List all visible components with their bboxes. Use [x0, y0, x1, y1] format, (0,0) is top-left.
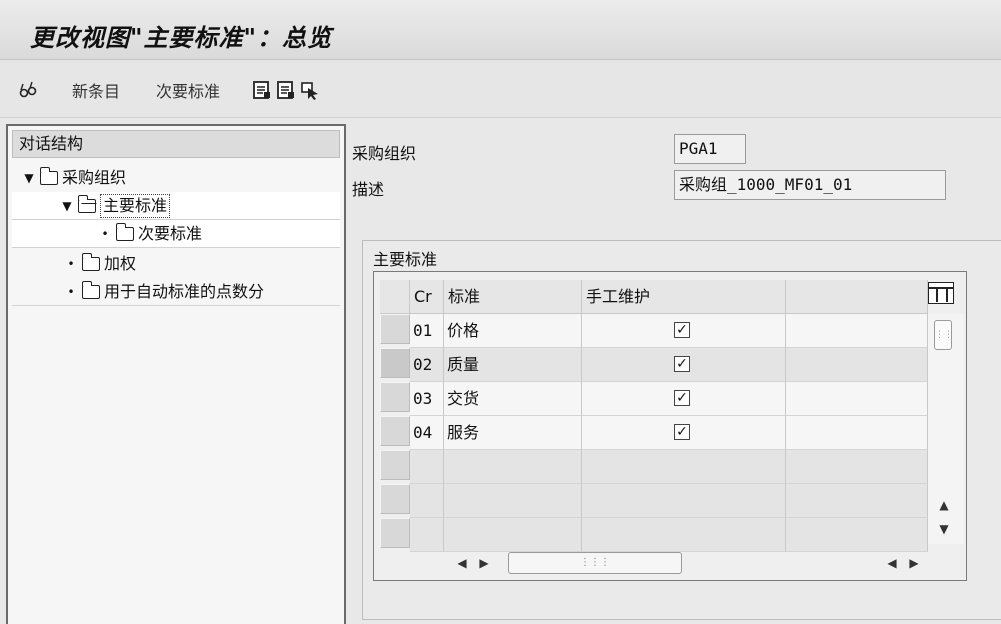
title-bar: 更改视图"主要标准"：总览: [0, 0, 1001, 60]
glasses-icon[interactable]: [18, 80, 38, 100]
folder-icon: [39, 167, 58, 185]
cursor-select-icon[interactable]: [300, 80, 320, 100]
table-cell-empty: [786, 484, 928, 518]
description-label: 描述: [352, 180, 385, 199]
table-cell-cr[interactable]: 03: [410, 382, 444, 416]
tree-item-label: 用于自动标准的点数分: [104, 281, 265, 301]
dialog-structure-panel: 对话结构 ▼ 采购组织 ▼ 主要标准 • 次要标准 • 加权 • 用于自动标准的…: [6, 124, 346, 624]
table-cell-criteria[interactable]: 服务: [444, 416, 582, 450]
table-settings-icon[interactable]: [928, 282, 954, 304]
tree-item-purch-org[interactable]: ▼ 采购组织: [12, 164, 340, 192]
bullet-icon: •: [67, 284, 75, 299]
manual-checkbox[interactable]: ✓: [674, 390, 690, 406]
folder-icon: [115, 222, 134, 241]
primary-criteria-group: 主要标准 Cr 标准 手工维护 01 价格 ✓ 02 质量 ✓ 03 交货 ✓ …: [362, 240, 1001, 620]
column-header-cr[interactable]: Cr: [410, 280, 444, 314]
row-selector[interactable]: [380, 484, 410, 514]
table-cell-empty[interactable]: [410, 484, 444, 518]
row-selector[interactable]: [380, 416, 410, 446]
table-cell-empty[interactable]: [444, 450, 582, 484]
column-header-criteria[interactable]: 标准: [444, 280, 582, 314]
bullet-icon: •: [101, 226, 109, 241]
table-cell-empty[interactable]: [410, 450, 444, 484]
secondary-criteria-button[interactable]: 次要标准: [156, 79, 220, 101]
table-cell-cr[interactable]: 02: [410, 348, 444, 382]
table-cell-empty[interactable]: [410, 518, 444, 552]
manual-checkbox[interactable]: ✓: [674, 424, 690, 440]
purch-org-field[interactable]: PGA1: [674, 134, 746, 164]
scroll-left-icon[interactable]: ◀: [452, 554, 472, 572]
table-cell-empty: [786, 518, 928, 552]
page-title: 更改视图"主要标准"：总览: [30, 23, 333, 52]
toolbar: 新条目 次要标准: [0, 60, 1001, 118]
table-cell-empty: [786, 314, 928, 348]
row-selector[interactable]: [380, 382, 410, 412]
row-selector[interactable]: [380, 518, 410, 548]
group-title: 主要标准: [373, 250, 438, 269]
table-cell-empty[interactable]: [582, 484, 786, 518]
table-cell-empty: [786, 450, 928, 484]
column-header-manual[interactable]: 手工维护: [582, 280, 786, 314]
row-selector[interactable]: [380, 450, 410, 480]
select-all-header[interactable]: [380, 280, 410, 314]
expand-icon[interactable]: ▼: [22, 164, 36, 192]
scroll-thumb[interactable]: ⋮⋮: [934, 320, 953, 350]
table-cell-empty[interactable]: [444, 484, 582, 518]
tree-item-primary-criteria[interactable]: ▼ 主要标准: [12, 192, 340, 220]
folder-open-icon: [77, 194, 96, 213]
folder-icon: [81, 253, 100, 271]
vertical-scrollbar[interactable]: ⋮⋮ ▲ ▼: [928, 314, 964, 544]
document-icon[interactable]: [252, 80, 272, 100]
table-cell-criteria[interactable]: 质量: [444, 348, 582, 382]
description-field[interactable]: 采购组_1000_MF01_01: [674, 170, 946, 200]
row-selector[interactable]: [380, 348, 410, 378]
table-cell-cr[interactable]: 01: [410, 314, 444, 348]
purch-org-label: 采购组织: [352, 144, 417, 163]
tree-item-auto-scoring[interactable]: • 用于自动标准的点数分: [12, 278, 340, 306]
expand-icon[interactable]: ▼: [60, 192, 74, 220]
tree-item-label: 次要标准: [138, 223, 203, 243]
document-next-icon[interactable]: [276, 80, 296, 100]
table-cell-empty[interactable]: [582, 450, 786, 484]
new-entry-button[interactable]: 新条目: [72, 79, 120, 101]
horizontal-scroll-thumb[interactable]: ⋮⋮⋮: [508, 552, 682, 574]
tree-item-label: 采购组织: [62, 168, 127, 187]
tree-item-secondary-criteria[interactable]: • 次要标准: [12, 220, 340, 248]
table-cell-cr[interactable]: 04: [410, 416, 444, 450]
folder-icon: [81, 280, 100, 299]
scroll-down-icon[interactable]: ▼: [934, 520, 954, 538]
bullet-icon: •: [67, 257, 75, 271]
tree-item-label: 主要标准: [100, 193, 171, 218]
table-cell-empty[interactable]: [582, 518, 786, 552]
scroll-left-icon[interactable]: ◀: [882, 554, 902, 572]
table-cell-criteria[interactable]: 交货: [444, 382, 582, 416]
scroll-right-icon[interactable]: ▶: [904, 554, 924, 572]
manual-checkbox[interactable]: ✓: [674, 356, 690, 372]
manual-checkbox[interactable]: ✓: [674, 322, 690, 338]
tree-item-label: 加权: [104, 254, 137, 273]
table-cell-empty: [786, 382, 928, 416]
row-selector[interactable]: [380, 314, 410, 344]
scroll-right-icon[interactable]: ▶: [474, 554, 494, 572]
table-cell-empty[interactable]: [444, 518, 582, 552]
tree-item-weighting[interactable]: • 加权: [12, 250, 340, 278]
tree-header: 对话结构: [12, 130, 340, 158]
criteria-table: Cr 标准 手工维护 01 价格 ✓ 02 质量 ✓ 03 交货 ✓ 04 服务: [373, 271, 967, 581]
table-cell-empty: [786, 348, 928, 382]
table-cell-criteria[interactable]: 价格: [444, 314, 582, 348]
table-cell-empty: [786, 416, 928, 450]
scroll-up-icon[interactable]: ▲: [934, 496, 954, 514]
column-header-empty: [786, 280, 928, 314]
